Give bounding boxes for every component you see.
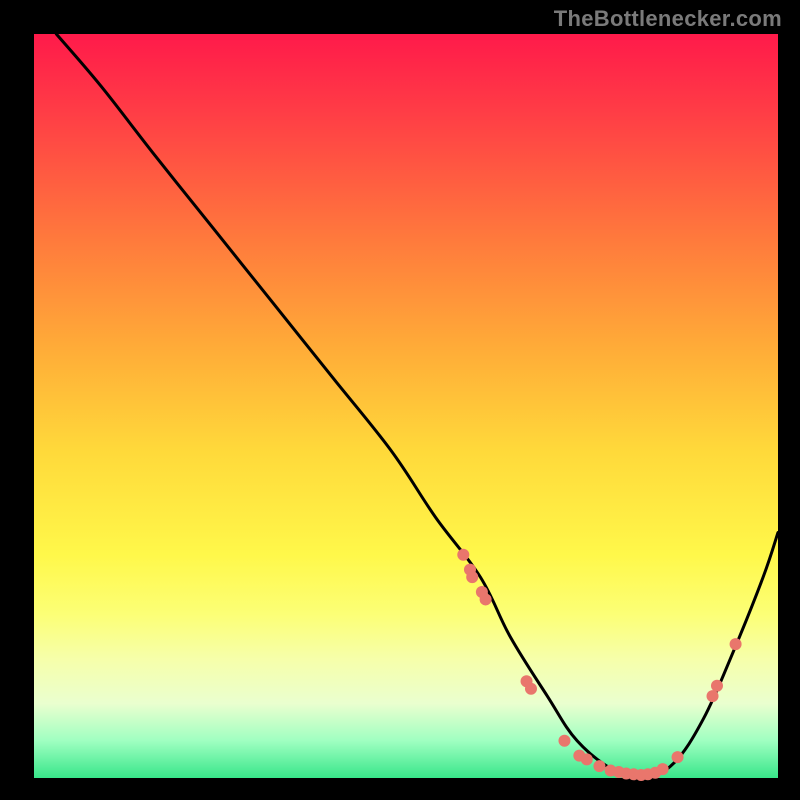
data-marker [581,753,593,765]
plot-area [34,34,778,778]
data-marker [525,683,537,695]
data-marker [593,760,605,772]
data-markers [457,549,741,781]
data-marker [480,593,492,605]
bottleneck-curve [56,34,778,778]
data-marker [466,571,478,583]
data-marker [711,680,723,692]
attribution-text: TheBottlenecker.com [554,6,782,32]
chart-container: TheBottlenecker.com [0,0,800,800]
data-marker [457,549,469,561]
data-marker [558,735,570,747]
data-marker [730,638,742,650]
data-marker [707,690,719,702]
data-marker [657,763,669,775]
chart-svg [34,34,778,778]
data-marker [672,751,684,763]
